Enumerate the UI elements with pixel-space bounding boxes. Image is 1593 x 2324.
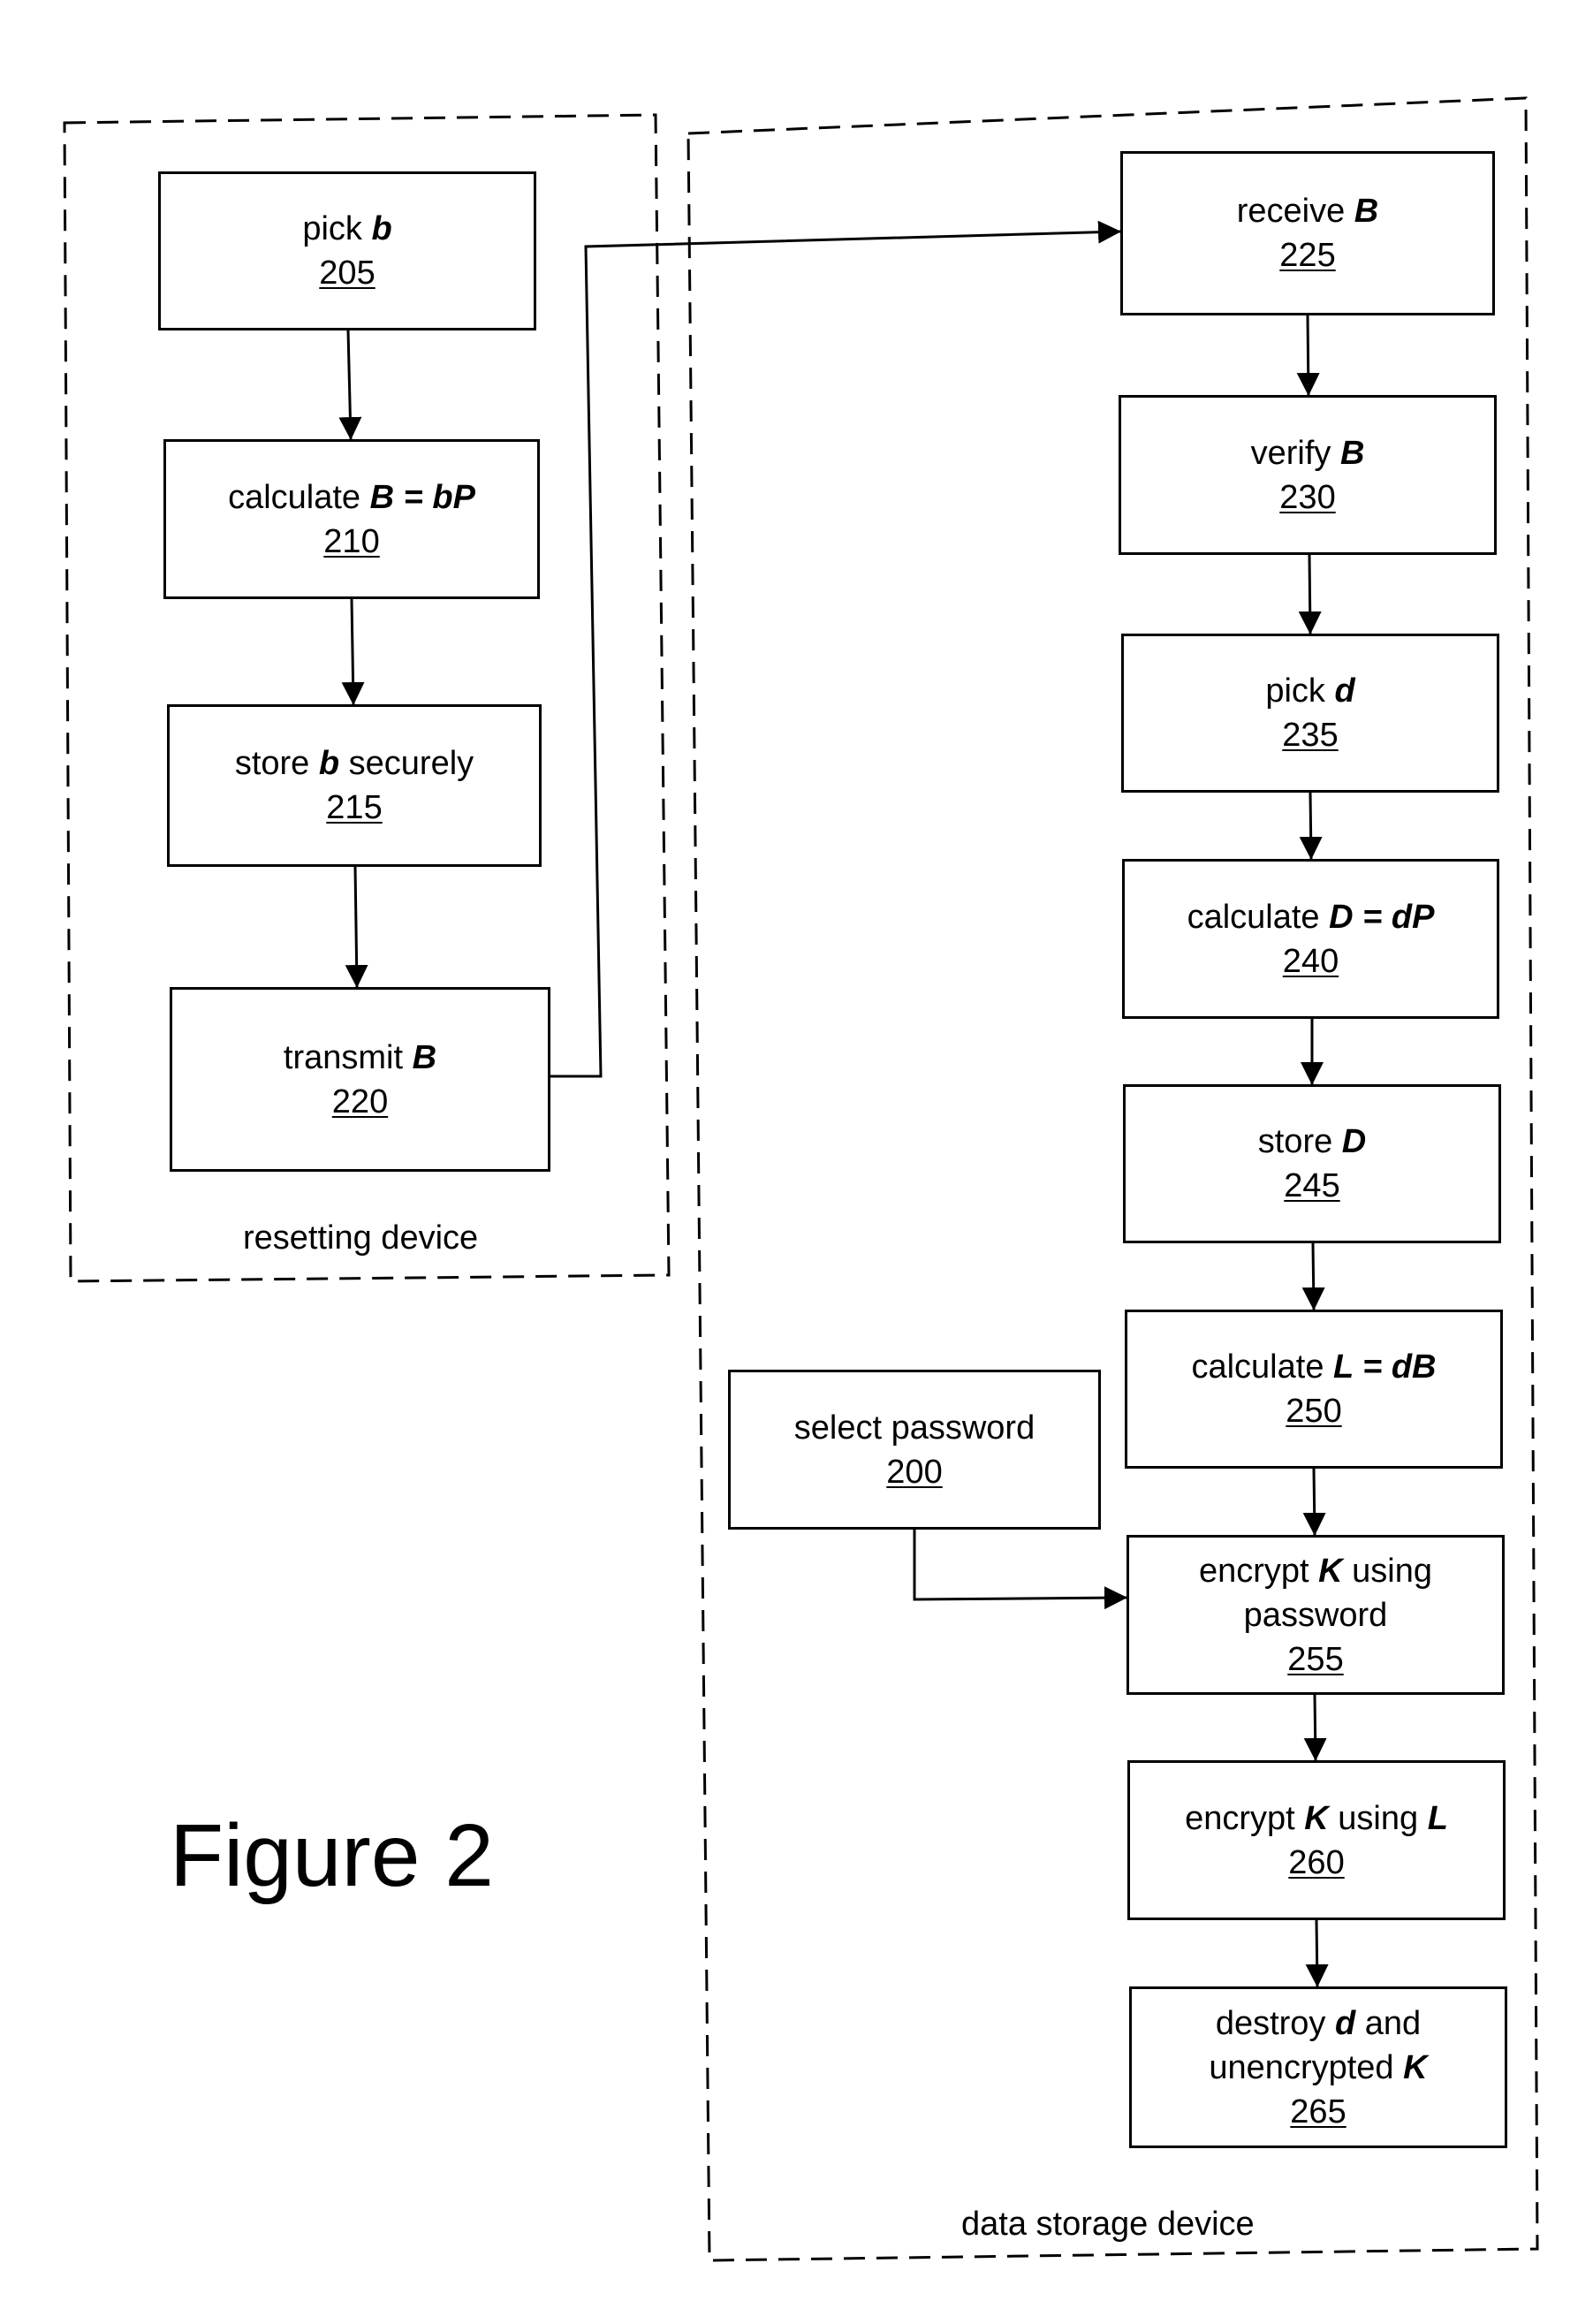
- step-box-store-b-securely: store b securely 215: [167, 704, 542, 867]
- data-storage-device-label: data storage device: [961, 2206, 1255, 2243]
- step-label: unencrypted K: [1209, 2048, 1428, 2086]
- math-symbol: b: [371, 210, 392, 247]
- step-box-encrypt-K-L: encrypt K using L 260: [1127, 1760, 1506, 1920]
- step-box-pick-b: pick b 205: [158, 171, 536, 330]
- math-symbol: d: [1334, 672, 1355, 710]
- math-symbol: L: [1427, 1799, 1448, 1837]
- flow-arrow-205-210: [338, 330, 362, 440]
- step-box-calculate-L: calculate L = dB 250: [1125, 1310, 1503, 1469]
- math-symbol: B: [1354, 193, 1379, 230]
- step-label: calculate B = bP: [228, 478, 475, 516]
- step-label: receive B: [1236, 193, 1379, 230]
- math-symbol: D: [1341, 1123, 1367, 1160]
- step-box-pick-d: pick d 235: [1121, 634, 1499, 793]
- step-reference-number: 245: [1284, 1167, 1340, 1204]
- step-label: destroy d and: [1215, 2004, 1422, 2042]
- flow-arrow-200-255: [913, 1530, 1127, 1610]
- math-symbol: L = dB: [1333, 1348, 1437, 1386]
- math-symbol: b: [318, 745, 340, 782]
- step-reference-number: 255: [1287, 1640, 1344, 1678]
- step-box-encrypt-K-password: encrypt K using password 255: [1126, 1535, 1505, 1695]
- flow-arrow-220-225: [550, 220, 1121, 1078]
- step-label: select password: [793, 1409, 1035, 1447]
- step-reference-number: 265: [1290, 2092, 1346, 2130]
- math-symbol: K: [1304, 1799, 1329, 1837]
- flow-arrow-255-260: [1303, 1694, 1327, 1761]
- step-reference-number: 200: [886, 1453, 943, 1491]
- step-box-receive-B: receive B 225: [1120, 151, 1495, 315]
- math-symbol: B: [412, 1038, 437, 1076]
- math-symbol: K: [1318, 1552, 1343, 1590]
- flow-arrow-230-235: [1298, 554, 1322, 634]
- step-reference-number: 225: [1279, 237, 1336, 274]
- math-symbol: K: [1403, 2048, 1428, 2086]
- figure-title: Figure 2: [170, 1806, 494, 1905]
- step-box-select-password: select password 200: [728, 1370, 1101, 1530]
- step-label: pick d: [1265, 672, 1355, 710]
- step-label: calculate L = dB: [1191, 1348, 1437, 1386]
- step-reference-number: 210: [323, 522, 380, 560]
- flow-arrow-225-230: [1296, 315, 1320, 396]
- step-box-verify-B: verify B 230: [1119, 395, 1497, 555]
- flow-arrow-210-215: [341, 598, 365, 705]
- step-reference-number: 215: [326, 789, 383, 826]
- step-reference-number: 250: [1286, 1393, 1342, 1430]
- math-symbol: B = bP: [369, 478, 475, 516]
- step-box-destroy-d-K: destroy d and unencrypted K 265: [1129, 1986, 1507, 2148]
- step-label: pick b: [302, 210, 392, 247]
- math-symbol: D = dP: [1329, 898, 1435, 936]
- step-box-calculate-D: calculate D = dP 240: [1122, 859, 1499, 1019]
- flow-arrow-215-220: [345, 866, 368, 988]
- resetting-device-label: resetting device: [243, 1219, 479, 1257]
- step-reference-number: 235: [1282, 717, 1339, 754]
- step-label: encrypt K using L: [1185, 1799, 1448, 1837]
- flow-arrow-250-255: [1302, 1468, 1326, 1536]
- step-box-store-D: store D 245: [1123, 1084, 1501, 1243]
- step-box-calculate-B: calculate B = bP 210: [163, 439, 540, 599]
- flow-arrow-235-240: [1299, 792, 1323, 860]
- step-label: password: [1243, 1596, 1388, 1634]
- step-reference-number: 220: [331, 1082, 389, 1120]
- step-reference-number: 240: [1282, 942, 1339, 980]
- math-symbol: B: [1339, 434, 1365, 472]
- step-reference-number: 260: [1288, 1843, 1345, 1881]
- step-box-transmit-B: transmit B 220: [170, 987, 550, 1172]
- flow-arrow-260-265: [1305, 1919, 1329, 1987]
- step-label: encrypt K using: [1198, 1552, 1433, 1590]
- step-label: store D: [1257, 1123, 1367, 1160]
- flow-arrow-245-250: [1301, 1242, 1325, 1310]
- step-label: calculate D = dP: [1187, 898, 1435, 936]
- step-label: transmit B: [283, 1038, 437, 1076]
- step-label: verify B: [1250, 434, 1365, 472]
- math-symbol: d: [1334, 2004, 1356, 2042]
- step-label: store b securely: [234, 745, 474, 782]
- step-reference-number: 230: [1279, 478, 1336, 516]
- step-reference-number: 205: [319, 254, 375, 292]
